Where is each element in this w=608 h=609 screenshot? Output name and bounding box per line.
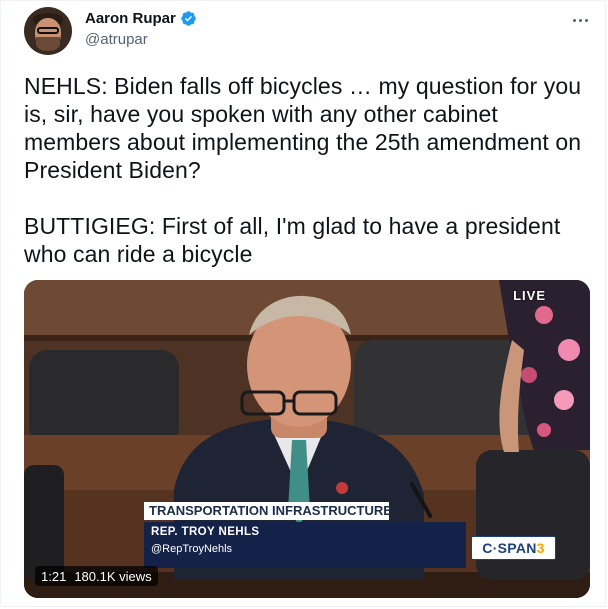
lower-third: TRANSPORTATION INFRASTRUCTURE REP. TROY … — [144, 502, 466, 568]
network-logo-main: C·SPAN — [482, 540, 537, 556]
avatar-glasses — [37, 27, 59, 34]
tweet-text: NEHLS: Biden falls off bicycles … my que… — [24, 73, 582, 267]
lower-third-handle: @RepTroyNehls — [151, 543, 233, 555]
network-logo: C·SPAN 3 — [471, 536, 556, 560]
author-handle[interactable]: @atrupar — [85, 31, 148, 48]
avatar-beard — [36, 37, 60, 51]
network-logo-number: 3 — [536, 540, 545, 556]
lower-third-banner: REP. TROY NEHLS @RepTroyNehls — [144, 522, 466, 568]
author-avatar[interactable] — [24, 7, 72, 55]
video-duration: 1:21 — [41, 568, 67, 584]
more-dot — [584, 18, 588, 22]
video-stats-badge: 1:21 180.1K views — [35, 566, 158, 586]
more-options-icon[interactable] — [569, 13, 591, 27]
video-player[interactable]: LIVE TRANSPORTATION INFRASTRUCTURE REP. … — [24, 280, 590, 598]
lower-third-name: REP. TROY NEHLS — [151, 526, 260, 538]
author-name-row: Aaron Rupar — [85, 10, 197, 27]
tweet-card: Aaron Rupar @atrupar NEHLS: Biden falls … — [0, 0, 606, 607]
verified-badge-icon — [181, 11, 196, 26]
more-dot — [572, 18, 576, 22]
author-name[interactable]: Aaron Rupar — [85, 10, 176, 27]
video-views: 180.1K views — [74, 568, 152, 584]
lower-third-title: TRANSPORTATION INFRASTRUCTURE — [144, 502, 392, 520]
more-dot — [578, 18, 582, 22]
live-indicator: LIVE — [513, 288, 546, 303]
